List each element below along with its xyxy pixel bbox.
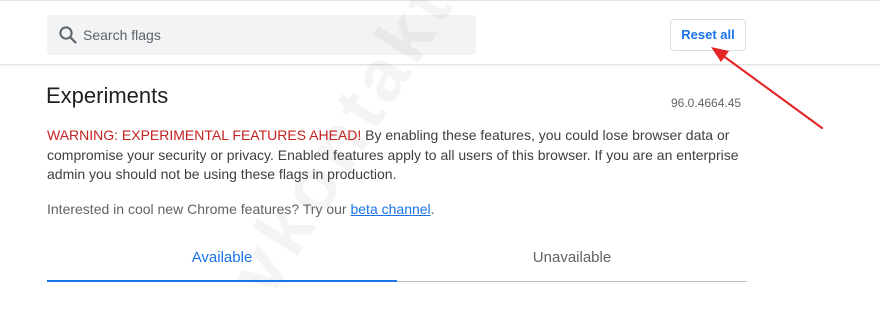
reset-all-button[interactable]: Reset all bbox=[670, 19, 746, 51]
beta-prefix: Interested in cool new Chrome features? … bbox=[47, 201, 351, 217]
beta-channel-link[interactable]: beta channel bbox=[350, 201, 430, 217]
tab-unavailable[interactable]: Unavailable bbox=[397, 240, 747, 281]
beta-suffix: . bbox=[430, 201, 435, 217]
tab-bar: Available Unavailable bbox=[47, 240, 747, 284]
tab-available[interactable]: Available bbox=[47, 240, 397, 281]
flags-page: Reset all vkontakte Experiments 96.0.466… bbox=[0, 0, 880, 322]
warning-paragraph: WARNING: EXPERIMENTAL FEATURES AHEAD! By… bbox=[47, 126, 757, 185]
search-box[interactable] bbox=[47, 15, 476, 55]
tab-divider bbox=[397, 281, 747, 282]
flags-header: Reset all bbox=[0, 0, 880, 65]
page-title: Experiments bbox=[46, 83, 169, 108]
warning-lead: WARNING: EXPERIMENTAL FEATURES AHEAD! bbox=[47, 127, 362, 143]
version-label: 96.0.4664.45 bbox=[671, 96, 742, 110]
search-icon bbox=[58, 25, 78, 45]
active-tab-indicator bbox=[47, 280, 397, 282]
beta-channel-line: Interested in cool new Chrome features? … bbox=[47, 200, 435, 219]
search-input[interactable] bbox=[83, 15, 463, 55]
